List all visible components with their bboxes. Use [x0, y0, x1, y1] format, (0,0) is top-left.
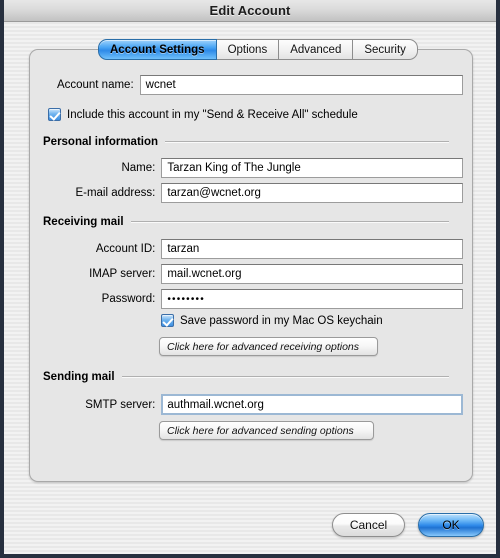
tab-bar: Account Settings Options Advanced Securi…: [98, 39, 418, 60]
account-name-row: Account name: wcnet: [43, 75, 463, 95]
name-input[interactable]: Tarzan King of The Jungle: [161, 158, 463, 178]
checkbox-checked-icon[interactable]: [48, 108, 61, 121]
checkbox-checked-icon[interactable]: [161, 314, 174, 327]
email-label: E-mail address:: [75, 187, 156, 199]
advanced-receiving-options-label: Click here for advanced receiving option…: [167, 340, 360, 353]
email-value: tarzan@wcnet.org: [167, 187, 261, 199]
smtp-server-row: SMTP server: authmail.wcnet.org: [43, 394, 463, 415]
account-name-input[interactable]: wcnet: [139, 75, 463, 95]
smtp-server-value: authmail.wcnet.org: [167, 398, 264, 411]
name-label: Name:: [121, 162, 156, 174]
imap-server-row: IMAP server: mail.wcnet.org: [43, 264, 463, 284]
account-name-label: Account name:: [56, 79, 134, 91]
imap-server-label: IMAP server:: [89, 268, 156, 280]
include-account-checkbox-row[interactable]: Include this account in my "Send & Recei…: [48, 108, 358, 121]
account-settings-panel: Account name: wcnet Include this account…: [29, 49, 473, 482]
include-account-checkbox-label: Include this account in my "Send & Recei…: [67, 108, 358, 121]
tab-security-label: Security: [364, 43, 406, 56]
section-sending-mail-title: Sending mail: [43, 371, 115, 383]
cancel-button-label: Cancel: [349, 518, 388, 532]
name-value: Tarzan King of The Jungle: [167, 162, 301, 174]
ok-button[interactable]: OK: [418, 513, 484, 537]
advanced-sending-options-button[interactable]: Click here for advanced sending options: [159, 421, 374, 440]
password-input[interactable]: ••••••••: [161, 289, 463, 309]
imap-server-input[interactable]: mail.wcnet.org: [161, 264, 463, 284]
edit-account-window: Edit Account Account Settings Options Ad…: [0, 0, 500, 558]
smtp-server-input[interactable]: authmail.wcnet.org: [161, 394, 463, 415]
account-id-value: tarzan: [167, 243, 200, 255]
window-title: Edit Account: [209, 3, 291, 18]
email-input[interactable]: tarzan@wcnet.org: [161, 183, 463, 203]
account-id-label: Account ID:: [95, 243, 156, 255]
section-divider: [130, 221, 449, 223]
section-sending-mail: Sending mail: [43, 371, 449, 383]
account-id-input[interactable]: tarzan: [161, 239, 463, 259]
section-divider: [121, 376, 449, 378]
keychain-checkbox-label: Save password in my Mac OS keychain: [180, 314, 383, 327]
imap-server-value: mail.wcnet.org: [167, 268, 242, 280]
tab-options[interactable]: Options: [216, 39, 280, 60]
section-personal-information-title: Personal information: [43, 136, 159, 148]
keychain-checkbox-row[interactable]: Save password in my Mac OS keychain: [161, 314, 383, 327]
tab-account-settings-label: Account Settings: [110, 43, 205, 56]
smtp-server-label: SMTP server:: [85, 398, 156, 411]
window-titlebar: Edit Account: [4, 0, 496, 22]
section-personal-information: Personal information: [43, 136, 449, 148]
account-id-row: Account ID: tarzan: [43, 239, 463, 259]
tab-advanced-label: Advanced: [290, 43, 342, 56]
email-row: E-mail address: tarzan@wcnet.org: [43, 183, 463, 203]
password-value: ••••••••: [167, 293, 205, 305]
section-divider: [165, 141, 449, 143]
ok-button-label: OK: [442, 518, 460, 532]
password-row: Password: ••••••••: [43, 289, 463, 309]
tab-advanced[interactable]: Advanced: [279, 39, 354, 60]
advanced-sending-options-label: Click here for advanced sending options: [167, 424, 354, 437]
section-receiving-mail-title: Receiving mail: [43, 216, 124, 228]
advanced-receiving-options-button[interactable]: Click here for advanced receiving option…: [159, 337, 378, 356]
cancel-button[interactable]: Cancel: [332, 513, 405, 537]
tab-account-settings[interactable]: Account Settings: [98, 39, 217, 60]
name-row: Name: Tarzan King of The Jungle: [43, 158, 463, 178]
section-receiving-mail: Receiving mail: [43, 216, 449, 228]
account-name-value: wcnet: [145, 79, 176, 91]
tab-options-label: Options: [227, 43, 268, 56]
password-label: Password:: [101, 293, 156, 305]
tab-security[interactable]: Security: [353, 39, 418, 60]
